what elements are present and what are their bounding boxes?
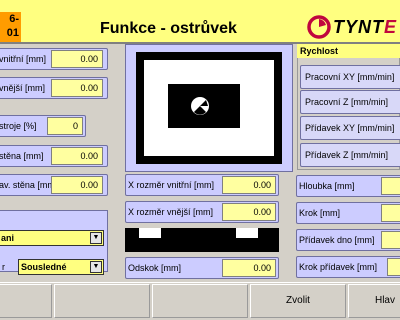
param-row-inner: vnitřní [mm] 0.00	[0, 48, 108, 70]
param-row-wall: stěna [mm] 0.00	[0, 145, 108, 167]
page-title: Funkce - ostrůvek	[100, 20, 237, 37]
bottom-allowance-field[interactable]	[381, 231, 400, 249]
retract-field[interactable]: 0.00	[222, 259, 276, 277]
chevron-down-icon: ▼	[90, 261, 102, 273]
inner-value-field[interactable]: 0.00	[51, 50, 103, 68]
x-inner-field[interactable]: 0.00	[222, 176, 276, 194]
param-row-retract: Odskok [mm] 0.00	[125, 257, 279, 279]
strategy-select[interactable]: ani ▼	[0, 230, 104, 246]
param-label: stroje [%]	[0, 121, 37, 131]
param-label: Odskok [mm]	[128, 263, 182, 273]
param-row-tool: stroje [%] 0	[0, 115, 86, 137]
brand-logo: TYNTE	[304, 12, 400, 44]
param-row-allowance-step: Krok přídavek [mm]	[296, 256, 400, 278]
param-row-step: Krok [mm]	[296, 202, 400, 224]
speed-allowance-xy-button[interactable]: Přídavek XY [mm/min]	[300, 116, 400, 140]
allowance-wall-field[interactable]: 0.00	[51, 176, 103, 194]
param-row-outer: vnější [mm] 0.00	[0, 77, 108, 99]
param-label: Krok [mm]	[299, 208, 341, 218]
param-row-depth: Hloubka [mm]	[296, 175, 400, 197]
main-menu-button[interactable]: Hlav	[348, 284, 400, 318]
param-label: vnitřní [mm]	[0, 54, 47, 64]
direction-label: r	[2, 262, 5, 272]
direction-select-value: Sousledné	[21, 262, 67, 272]
speed-work-z-button[interactable]: Pracovní Z [mm/min]	[300, 90, 400, 114]
param-label: vnější [mm]	[0, 83, 46, 93]
param-label: Krok přídavek [mm]	[299, 262, 378, 272]
param-row-x-outer: X rozměr vnější [mm] 0.00	[125, 201, 279, 223]
function-button-3[interactable]	[152, 284, 248, 318]
step-field[interactable]	[381, 204, 400, 222]
param-label: stěna [mm]	[0, 151, 44, 161]
chevron-down-icon: ▼	[90, 232, 102, 244]
program-code-line2: 51	[0, 40, 19, 42]
speed-allowance-z-button[interactable]: Přídavek Z [mm/min]	[300, 143, 400, 167]
select-button[interactable]: Zvolit	[250, 284, 346, 318]
speed-work-xy-button[interactable]: Pracovní XY [mm/min]	[300, 65, 400, 89]
profile-gap-right	[236, 228, 258, 238]
param-label: av. stěna [mm]	[0, 180, 58, 190]
param-label: Hloubka [mm]	[299, 181, 355, 191]
param-row-bottom-allowance: Přídavek dno [mm]	[296, 229, 400, 251]
logo-text: TYNTE	[333, 17, 398, 37]
tyntec-logo-icon	[307, 15, 331, 39]
strategy-select-value: ani	[1, 233, 15, 243]
param-row-x-inner: X rozměr vnitřní [mm] 0.00	[125, 174, 279, 196]
program-code-line1: 6-01	[6, 13, 19, 39]
speed-group-title: Rychlost	[297, 44, 400, 58]
program-code: 6-01 51	[0, 12, 21, 42]
x-outer-field[interactable]: 0.00	[222, 203, 276, 221]
depth-field[interactable]	[381, 177, 400, 195]
param-label: X rozměr vnější [mm]	[128, 207, 214, 217]
param-row-allowance-wall: av. stěna [mm] 0.00	[0, 174, 108, 196]
param-label: Přídavek dno [mm]	[299, 235, 375, 245]
allowance-step-field[interactable]	[387, 258, 400, 276]
profile-gap-left	[139, 228, 161, 238]
wall-value-field[interactable]: 0.00	[51, 147, 103, 165]
direction-select[interactable]: Sousledné ▼	[18, 259, 104, 275]
tool-percent-field[interactable]: 0	[47, 117, 83, 135]
tool-icon	[191, 97, 209, 115]
outer-value-field[interactable]: 0.00	[51, 79, 103, 97]
function-button-1[interactable]	[0, 284, 52, 318]
param-label: X rozměr vnitřní [mm]	[128, 180, 215, 190]
function-button-2[interactable]	[54, 284, 150, 318]
